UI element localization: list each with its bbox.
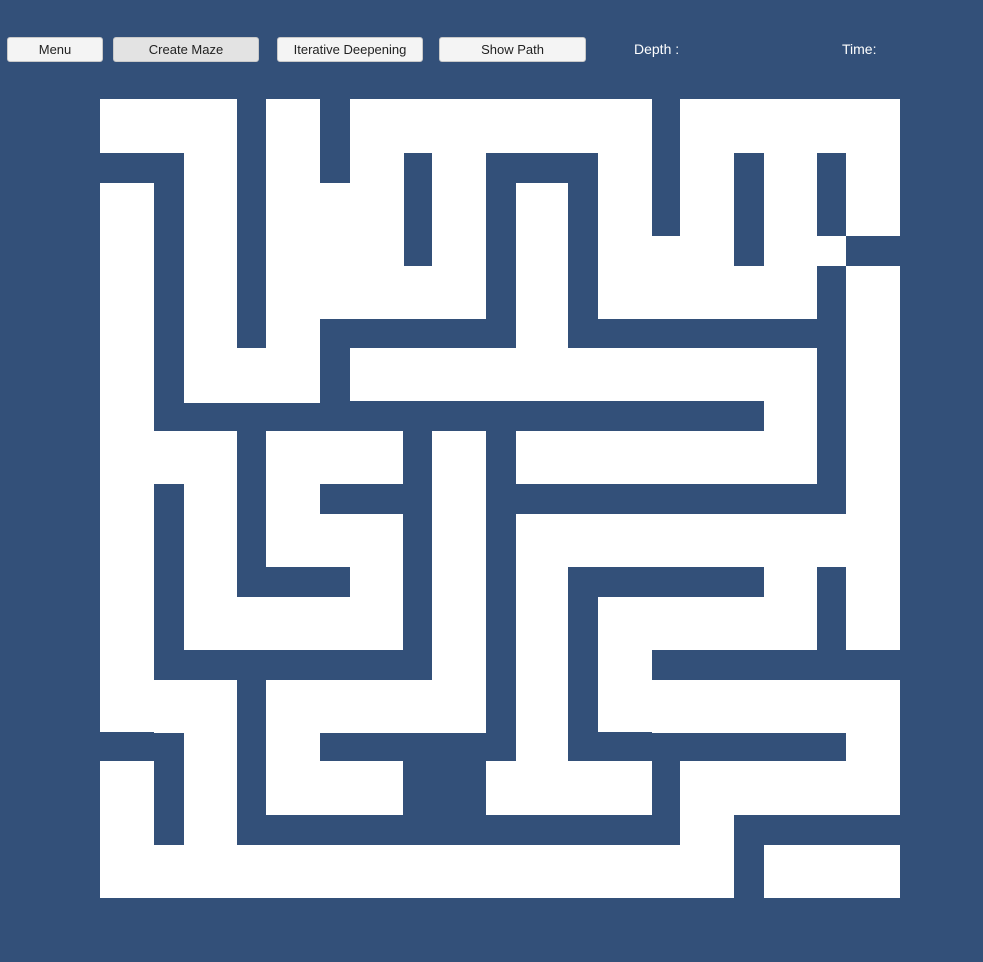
maze-path-cell <box>154 680 237 733</box>
maze-path-cell <box>320 183 350 236</box>
maze-path-cell <box>154 431 237 484</box>
maze-path-cell <box>100 761 154 898</box>
maze-path-cell <box>432 431 486 733</box>
maze-path-cell <box>100 99 237 153</box>
maze-path-cell <box>680 761 846 815</box>
maze-path-cell <box>764 401 817 484</box>
maze-path-cell <box>237 597 350 650</box>
maze-board <box>100 99 900 898</box>
maze-path-cell <box>680 99 846 153</box>
maze-path-cell <box>350 348 652 401</box>
maze-path-cell <box>266 236 404 266</box>
maze-paths <box>100 99 900 898</box>
maze-path-cell <box>682 348 817 401</box>
maze-path-cell <box>516 431 764 484</box>
maze-path-cell <box>486 761 652 815</box>
maze-path-cell <box>680 815 734 845</box>
maze-path-cell <box>320 761 403 815</box>
maze-path-cell <box>652 236 734 266</box>
maze-path-cell <box>237 348 320 403</box>
maze-path-cell <box>320 514 403 567</box>
maze-path-cell <box>764 845 900 898</box>
maze-path-cell <box>680 153 734 236</box>
maze-path-cell <box>734 266 817 319</box>
maze-path-cell <box>266 680 432 733</box>
maze-path-cell <box>516 183 568 320</box>
maze-path-cell <box>266 266 320 348</box>
maze-path-cell <box>516 319 568 401</box>
maze-path-cell <box>184 484 237 650</box>
maze-path-cell <box>350 153 404 236</box>
maze-path-cell <box>817 236 846 266</box>
maze-path-cell <box>266 431 403 484</box>
maze-path-cell <box>432 153 486 319</box>
maze-path-cell <box>320 266 432 319</box>
maze-path-cell <box>598 650 652 732</box>
maze-path-cell <box>652 348 682 401</box>
maze-path-cell <box>652 680 846 733</box>
maze-path-cell <box>184 153 237 403</box>
maze-path-cell <box>598 597 817 650</box>
maze-path-cell <box>350 99 652 153</box>
maze-path-cell <box>516 514 846 567</box>
maze-path-cell <box>846 680 900 815</box>
maze-path-cell <box>266 99 320 236</box>
maze-path-cell <box>184 733 237 845</box>
maze-path-cell <box>516 567 568 815</box>
maze-path-cell <box>846 266 900 650</box>
maze-path-cell <box>266 484 320 567</box>
maze-path-cell <box>350 567 403 650</box>
maze-path-cell <box>266 733 320 815</box>
maze-path-cell <box>154 845 734 898</box>
maze-path-cell <box>100 183 154 732</box>
maze-path-cell <box>846 99 900 236</box>
maze-path-cell <box>598 266 734 319</box>
